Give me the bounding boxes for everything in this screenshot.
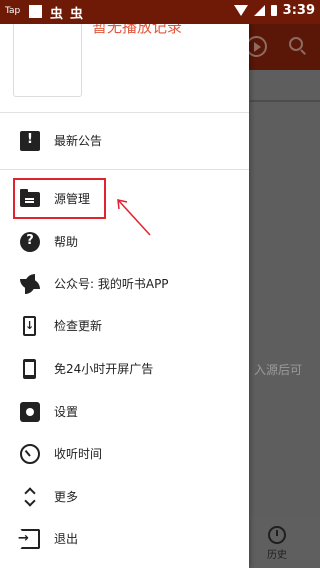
menu-label: 设置 xyxy=(54,405,79,419)
phone-icon xyxy=(23,359,36,379)
navigation-drawer: 暂无播放记录 最新公告 源管理 帮助 公众号: 我的听书APP 检查更新 免24… xyxy=(0,18,249,568)
status-indicators: 3:39 xyxy=(233,3,315,18)
menu-item-announcement[interactable]: 最新公告 xyxy=(0,120,249,162)
status-time: 3:39 xyxy=(282,3,315,18)
notice-icon xyxy=(20,131,40,151)
history-label: 历史 xyxy=(267,550,287,561)
menu-item-settings[interactable]: 设置 xyxy=(0,391,249,433)
timer-icon xyxy=(20,444,40,464)
help-icon xyxy=(20,232,40,252)
menu-label: 收听时间 xyxy=(54,447,103,461)
menu-item-exit[interactable]: 退出 xyxy=(0,518,249,560)
menu-item-official-account[interactable]: 公众号: 我的听书APP xyxy=(0,263,249,305)
menu-label: 免24小时开屏广告 xyxy=(54,362,154,376)
menu-label: 公众号: 我的听书APP xyxy=(54,277,169,291)
search-icon[interactable] xyxy=(289,37,303,51)
bug-icon: 虫 xyxy=(70,7,84,22)
gear-icon xyxy=(20,402,40,422)
menu-label: 最新公告 xyxy=(54,134,103,148)
phone-download-icon xyxy=(23,316,36,336)
book-cover[interactable] xyxy=(13,24,82,97)
bug-icon: 虫 xyxy=(50,7,64,22)
divider xyxy=(0,112,249,113)
signal-icon xyxy=(253,5,265,16)
notification-square-icon xyxy=(29,5,42,18)
fan-icon xyxy=(20,274,40,294)
status-bar: Tap 虫 虫 3:39 xyxy=(0,0,320,24)
menu-label: 更多 xyxy=(54,490,79,504)
menu-item-listening-time[interactable]: 收听时间 xyxy=(0,433,249,475)
history-tab[interactable]: 历史 xyxy=(262,526,292,561)
menu-item-more[interactable]: 更多 xyxy=(0,476,249,518)
menu-label: 退出 xyxy=(54,532,79,546)
history-icon xyxy=(268,526,286,544)
status-tag: Tap xyxy=(5,6,21,16)
menu-item-check-update[interactable]: 检查更新 xyxy=(0,305,249,347)
expand-icon xyxy=(20,487,40,507)
tab-indicator xyxy=(250,100,320,102)
exit-icon xyxy=(18,529,40,549)
wifi-icon xyxy=(233,5,248,16)
annotation-arrow xyxy=(117,199,151,236)
menu-label: 帮助 xyxy=(54,235,79,249)
play-icon[interactable] xyxy=(246,36,267,57)
divider xyxy=(0,169,249,170)
empty-hint: 入源后可 xyxy=(254,363,303,377)
battery-icon xyxy=(270,5,277,16)
menu-item-no-ads[interactable]: 免24小时开屏广告 xyxy=(0,348,249,390)
menu-label: 检查更新 xyxy=(54,319,103,333)
highlight-box xyxy=(13,178,106,219)
